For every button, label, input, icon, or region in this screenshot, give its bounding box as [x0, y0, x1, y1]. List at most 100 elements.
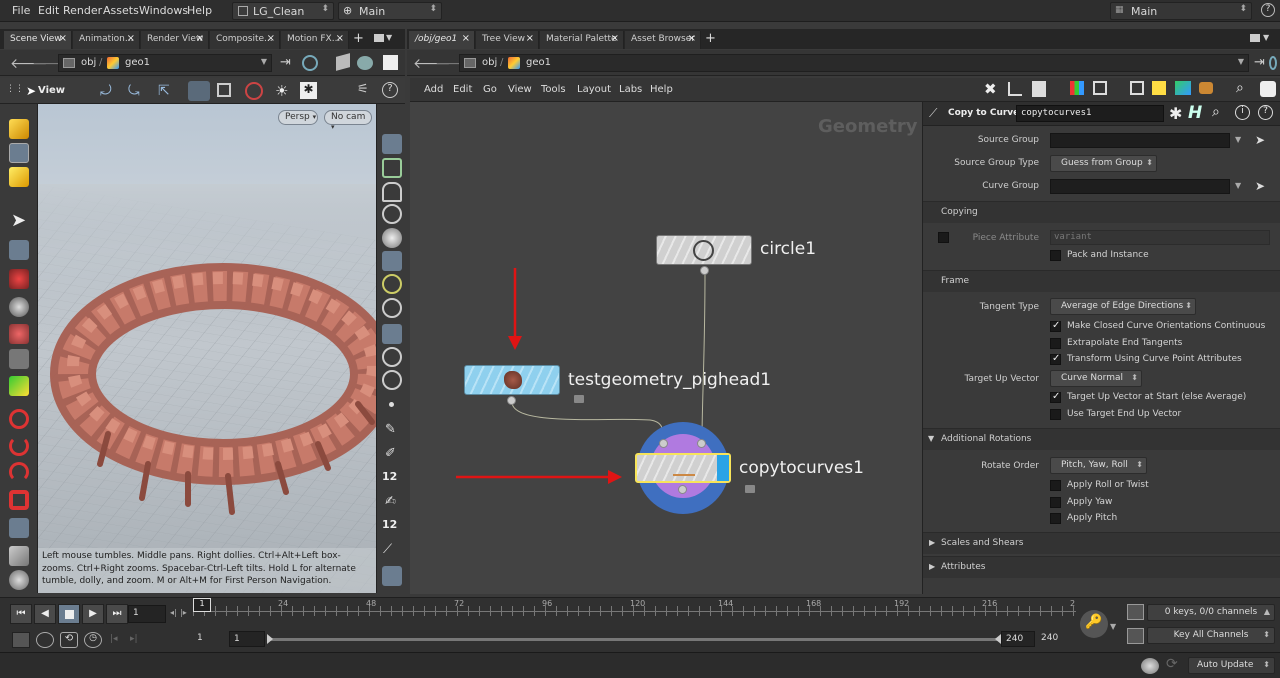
- background-icon[interactable]: [383, 55, 398, 70]
- brush-icon[interactable]: ✐: [385, 446, 396, 461]
- tab-composite[interactable]: Composite... ×: [210, 31, 280, 49]
- lock-icon[interactable]: [382, 182, 402, 202]
- menu-go[interactable]: Go: [483, 84, 497, 95]
- chevron-down-icon[interactable]: ▼: [1110, 622, 1116, 631]
- snap-size-label-2[interactable]: 12: [382, 518, 397, 531]
- tab-scene-view[interactable]: Scene View ×: [4, 31, 72, 49]
- menu-help[interactable]: Help: [650, 84, 673, 95]
- path-geo[interactable]: geo1: [526, 57, 551, 68]
- camera-tool-icon[interactable]: [9, 570, 29, 590]
- close-icon[interactable]: ×: [59, 33, 67, 44]
- path-field[interactable]: obj / geo1 ▼: [58, 54, 272, 72]
- chevron-down-icon[interactable]: ▼: [1235, 135, 1241, 144]
- display-flag[interactable]: [717, 455, 729, 481]
- normals-icon[interactable]: [382, 347, 402, 367]
- close-icon[interactable]: ×: [462, 33, 470, 44]
- grid-icon[interactable]: [1093, 81, 1107, 95]
- pack-instance-checkbox[interactable]: [1050, 250, 1061, 261]
- node-testgeometry-pighead1[interactable]: [464, 365, 560, 395]
- right-context-dropdown[interactable]: ▦ Main ⬍: [1110, 2, 1252, 20]
- pin-icon[interactable]: ⇥: [1254, 55, 1265, 70]
- grid-display-icon[interactable]: [382, 566, 402, 586]
- range-handle-left[interactable]: [267, 634, 273, 644]
- menu-view[interactable]: View: [508, 84, 532, 95]
- cube-icon[interactable]: [336, 53, 350, 71]
- lightbulb-icon[interactable]: [382, 251, 402, 271]
- shading-icon[interactable]: ✱: [300, 82, 317, 99]
- persp-menu[interactable]: Persp ▾: [278, 110, 318, 125]
- node-name-input[interactable]: copytocurves1: [1016, 105, 1164, 122]
- display-mode-icon[interactable]: [188, 81, 210, 101]
- gear-icon[interactable]: ✱: [1169, 104, 1182, 123]
- dot-icon[interactable]: [389, 402, 394, 407]
- apply-yaw-checkbox[interactable]: [1050, 497, 1061, 508]
- jump-start-icon[interactable]: ⏮: [10, 604, 32, 624]
- close-icon[interactable]: ×: [267, 33, 275, 44]
- extrapolate-checkbox[interactable]: [1050, 338, 1061, 349]
- frame-marker[interactable]: 1: [193, 598, 211, 612]
- clock-icon[interactable]: ◷: [84, 632, 102, 648]
- search-icon[interactable]: ⌕: [1212, 104, 1220, 120]
- desktop-dropdown[interactable]: LG_Clean ⬍: [232, 2, 334, 20]
- help-icon[interactable]: ?: [1261, 3, 1275, 17]
- magnet-snap-icon[interactable]: [9, 436, 29, 456]
- chevron-down-icon[interactable]: ▼: [1235, 181, 1241, 190]
- sticky-note-icon[interactable]: [1152, 81, 1166, 95]
- section-attributes[interactable]: ▶ Attributes: [923, 556, 1280, 578]
- menu-assets[interactable]: Assets: [103, 4, 139, 17]
- tab-network-geo1[interactable]: /obj/geo1 ×: [409, 31, 475, 49]
- chevron-down-icon[interactable]: ▼: [261, 57, 267, 66]
- step-back-icon[interactable]: ◂|: [170, 608, 177, 617]
- rotate-tool-icon[interactable]: [9, 324, 29, 344]
- tab-render-view[interactable]: Render View ×: [141, 31, 209, 49]
- node-circle1[interactable]: [656, 235, 752, 265]
- piece-attribute-input[interactable]: variant: [1050, 230, 1270, 245]
- close-icon[interactable]: ×: [526, 33, 534, 44]
- circle1-output-port[interactable]: [700, 266, 709, 275]
- chevron-down-icon[interactable]: ▼: [386, 33, 392, 42]
- close-icon[interactable]: ×: [196, 33, 204, 44]
- refresh-icon[interactable]: ⟳: [1166, 656, 1178, 672]
- node-copytocurves1[interactable]: [635, 453, 731, 483]
- auto-update-menu[interactable]: Auto Update ⬍: [1188, 657, 1275, 674]
- snap-icon[interactable]: ⇱: [158, 83, 170, 99]
- menu-windows[interactable]: Windows: [139, 4, 188, 17]
- add-tab-icon[interactable]: +: [353, 31, 364, 46]
- select-arrow-icon[interactable]: ➤: [1255, 133, 1265, 147]
- wireframe-icon[interactable]: [382, 134, 402, 154]
- menu-layout[interactable]: Layout: [577, 84, 611, 95]
- close-icon[interactable]: ×: [611, 33, 619, 44]
- target-up-start-checkbox[interactable]: [1050, 391, 1061, 403]
- path-obj[interactable]: obj: [482, 57, 497, 68]
- tumble-icon[interactable]: ⤾: [100, 83, 112, 99]
- path-geo[interactable]: geo1: [125, 57, 150, 68]
- toggles-icon[interactable]: ⚟: [357, 82, 369, 97]
- rotate-order-menu[interactable]: Pitch, Yaw, Roll ⬍: [1050, 457, 1147, 474]
- lock-icon[interactable]: [9, 240, 29, 260]
- network-box-icon[interactable]: [1130, 81, 1144, 95]
- key-all-icon[interactable]: [1127, 628, 1144, 644]
- menu-labs[interactable]: Labs: [619, 84, 642, 95]
- copytocurves-input-port-1[interactable]: [659, 439, 668, 448]
- magnet-grid-icon[interactable]: [9, 462, 29, 482]
- range-end-2-input[interactable]: 240: [1037, 631, 1073, 647]
- pin-icon[interactable]: ⇥: [280, 55, 291, 70]
- houdini-help-icon[interactable]: H: [1188, 103, 1202, 123]
- scene-viewport[interactable]: Persp ▾ No cam ▾: [38, 104, 376, 593]
- keys-channels-menu[interactable]: 0 keys, 0/0 channels ▲: [1147, 604, 1275, 621]
- key-tool-icon[interactable]: 🔑: [1080, 610, 1108, 638]
- range-start-input[interactable]: 1: [193, 631, 227, 647]
- play-reverse-icon[interactable]: ◀: [34, 604, 56, 624]
- range-slider[interactable]: [267, 634, 1001, 644]
- realtime-toggle-icon[interactable]: [12, 632, 30, 648]
- channel-list-icon[interactable]: [1127, 604, 1144, 620]
- range-end-input[interactable]: 240: [1001, 631, 1035, 647]
- make-closed-checkbox[interactable]: [1050, 320, 1061, 332]
- image-icon[interactable]: [1175, 81, 1191, 95]
- source-group-input[interactable]: [1050, 133, 1230, 148]
- tab-material-palette[interactable]: Material Palette ×: [540, 31, 624, 49]
- ghost-icon[interactable]: [245, 82, 263, 100]
- apply-roll-checkbox[interactable]: [1050, 480, 1061, 491]
- pencil-icon[interactable]: ✎: [385, 422, 396, 437]
- prev-key-icon[interactable]: |◂: [110, 634, 118, 644]
